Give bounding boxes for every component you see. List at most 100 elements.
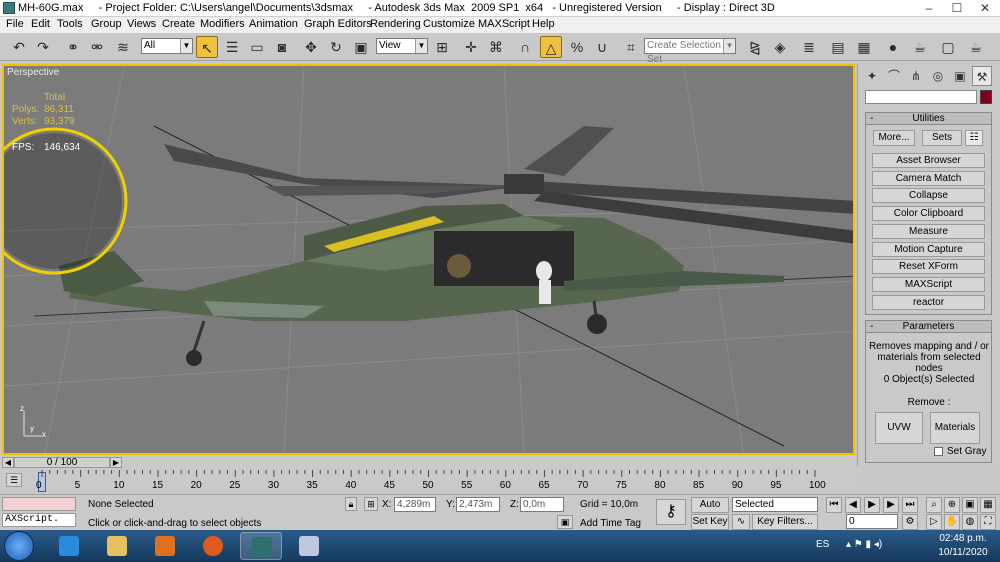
time-tag-icon[interactable]: ▣ <box>557 515 573 529</box>
move-icon[interactable]: ✥ <box>300 36 322 58</box>
hierarchy-tab-icon[interactable]: ⋔ <box>906 66 926 86</box>
zoom-icon[interactable]: ⌕ <box>926 497 942 513</box>
schematic-icon[interactable]: ▦ <box>853 36 875 58</box>
edit-named-sel-icon[interactable]: ⌗ <box>620 36 642 58</box>
absolute-mode-icon[interactable]: ⊞ <box>364 497 378 511</box>
prev-key-icon[interactable]: ◀ <box>845 497 861 513</box>
taskbar-3dsmax[interactable] <box>240 532 282 560</box>
snap-3d-icon[interactable]: ∩ <box>514 36 536 58</box>
link-icon[interactable]: ⚭ <box>62 36 84 58</box>
menu-group[interactable]: Group <box>91 18 122 30</box>
key-mode-dropdown[interactable]: Selected <box>732 497 818 512</box>
layer-manager-icon[interactable]: ≣ <box>798 36 820 58</box>
select-object-icon[interactable]: ↖ <box>196 36 218 58</box>
render-setup-icon[interactable]: ☕ <box>909 36 931 58</box>
window-crossing-icon[interactable]: ◙ <box>271 36 293 58</box>
create-tab-icon[interactable]: ✦ <box>862 66 882 86</box>
menu-maxscript[interactable]: MAXScript <box>478 18 530 30</box>
curve-editor-icon[interactable]: ▤ <box>827 36 849 58</box>
maxscript-mini-listener-top[interactable] <box>2 497 76 511</box>
motion-tab-icon[interactable]: ◎ <box>928 66 948 86</box>
go-to-end-icon[interactable]: ⏭ <box>902 497 918 513</box>
maxscript-button[interactable]: MAXScript <box>872 277 985 292</box>
set-key-button[interactable]: Set Key <box>691 514 729 530</box>
taskbar-media-player[interactable] <box>144 532 186 560</box>
configure-sets-icon[interactable]: ☷ <box>965 130 983 146</box>
menu-edit[interactable]: Edit <box>31 18 50 30</box>
collapse-button[interactable]: Collapse <box>872 188 985 203</box>
orbit-icon[interactable]: ◍ <box>962 514 978 530</box>
menu-create[interactable]: Create <box>162 18 195 30</box>
lock-selection-icon[interactable]: 🔒︎ <box>345 497 357 511</box>
rect-region-icon[interactable]: ▭ <box>246 36 268 58</box>
uvw-button[interactable]: UVW <box>875 412 923 444</box>
rotate-icon[interactable]: ↻ <box>325 36 347 58</box>
modify-tab-icon[interactable]: ⌒ <box>884 66 904 86</box>
zoom-all-icon[interactable]: ⊕ <box>944 497 960 513</box>
menu-views[interactable]: Views <box>127 18 156 30</box>
named-selection-dropdown[interactable]: Create Selection Set ▼ <box>644 38 736 65</box>
bind-space-warp-icon[interactable]: ≋ <box>112 36 134 58</box>
pan-icon[interactable]: ✋ <box>944 514 960 530</box>
menu-modifiers[interactable]: Modifiers <box>200 18 245 30</box>
auto-key-button[interactable]: Auto Key <box>691 497 729 524</box>
pivot-icon[interactable]: ⊞ <box>431 36 453 58</box>
asset-browser-button[interactable]: Asset Browser <box>872 153 985 168</box>
spinner-snap-icon[interactable]: ∪ <box>591 36 613 58</box>
key-filters-button[interactable]: Key Filters... <box>752 514 818 530</box>
measure-button[interactable]: Measure <box>872 224 985 239</box>
current-frame-field[interactable]: 0 <box>846 514 898 529</box>
menu-rendering[interactable]: Rendering <box>370 18 421 30</box>
time-config-icon[interactable]: ⚙ <box>902 514 918 530</box>
display-tab-icon[interactable]: ▣ <box>950 66 970 86</box>
prev-frame-icon[interactable]: ◀ <box>2 457 14 468</box>
manipulate-icon[interactable]: ✛ <box>460 36 482 58</box>
maximize-viewport-icon[interactable]: ⛶ <box>980 514 996 530</box>
close-button[interactable]: ✕ <box>971 0 999 16</box>
zoom-extents-icon[interactable]: ▣ <box>962 497 978 513</box>
mirror-icon[interactable]: ⧎ <box>744 36 766 58</box>
selection-filter-dropdown[interactable]: All ▼ <box>141 38 193 54</box>
camera-match-button[interactable]: Camera Match <box>872 171 985 186</box>
menu-animation[interactable]: Animation <box>249 18 298 30</box>
percent-snap-icon[interactable]: % <box>566 36 588 58</box>
go-to-start-icon[interactable]: ⏮ <box>826 497 842 513</box>
play-icon[interactable]: ▶ <box>864 497 880 513</box>
object-color-swatch[interactable] <box>980 90 992 104</box>
clock-date[interactable]: 10/11/2020 <box>930 547 996 558</box>
next-key-icon[interactable]: ▶ <box>883 497 899 513</box>
perspective-viewport[interactable]: Perspective Total Polys: 86,311 Verts: 9… <box>2 64 855 455</box>
unlink-icon[interactable]: ⚮ <box>86 36 108 58</box>
z-coordinate-field[interactable]: 0,0m <box>520 497 564 512</box>
utilities-tab-icon[interactable]: ⚒ <box>972 66 992 86</box>
color-clipboard-button[interactable]: Color Clipboard <box>872 206 985 221</box>
menu-customize[interactable]: Customize <box>423 18 475 30</box>
menu-file[interactable]: File <box>6 18 24 30</box>
redo-icon[interactable]: ↷ <box>32 36 54 58</box>
select-by-name-icon[interactable]: ☰ <box>221 36 243 58</box>
y-coordinate-field[interactable]: 2,473m <box>456 497 500 512</box>
reset-xform-button[interactable]: Reset XForm <box>872 259 985 274</box>
x-coordinate-field[interactable]: 4,289m <box>394 497 436 512</box>
taskbar-paint[interactable] <box>288 532 330 560</box>
menu-graph-editors[interactable]: Graph Editors <box>304 18 372 30</box>
time-slider-thumb[interactable]: 0 / 100 <box>14 457 110 468</box>
more-button[interactable]: More... <box>873 130 915 146</box>
viewport-label[interactable]: Perspective <box>7 67 59 78</box>
menu-help[interactable]: Help <box>532 18 555 30</box>
start-button[interactable] <box>4 531 34 561</box>
align-icon[interactable]: ◈ <box>769 36 791 58</box>
reference-coord-dropdown[interactable]: View ▼ <box>376 38 428 54</box>
taskbar-ie[interactable] <box>48 532 90 560</box>
add-time-tag[interactable]: Add Time Tag <box>580 518 641 529</box>
set-gray-checkbox[interactable] <box>934 447 943 456</box>
render-frame-icon[interactable]: ▢ <box>937 36 959 58</box>
menu-tools[interactable]: Tools <box>57 18 83 30</box>
maximize-button[interactable]: ☐ <box>943 0 971 16</box>
tray-icons[interactable]: ▴ ⚑ ▮ ◂) <box>846 539 882 550</box>
minimize-button[interactable]: – <box>915 0 943 16</box>
utilities-rollout-header[interactable]: - Utilities <box>865 112 992 125</box>
clock-time[interactable]: 02:48 p.m. <box>930 533 996 544</box>
scale-icon[interactable]: ▣ <box>350 36 372 58</box>
materials-button[interactable]: Materials <box>930 412 980 444</box>
